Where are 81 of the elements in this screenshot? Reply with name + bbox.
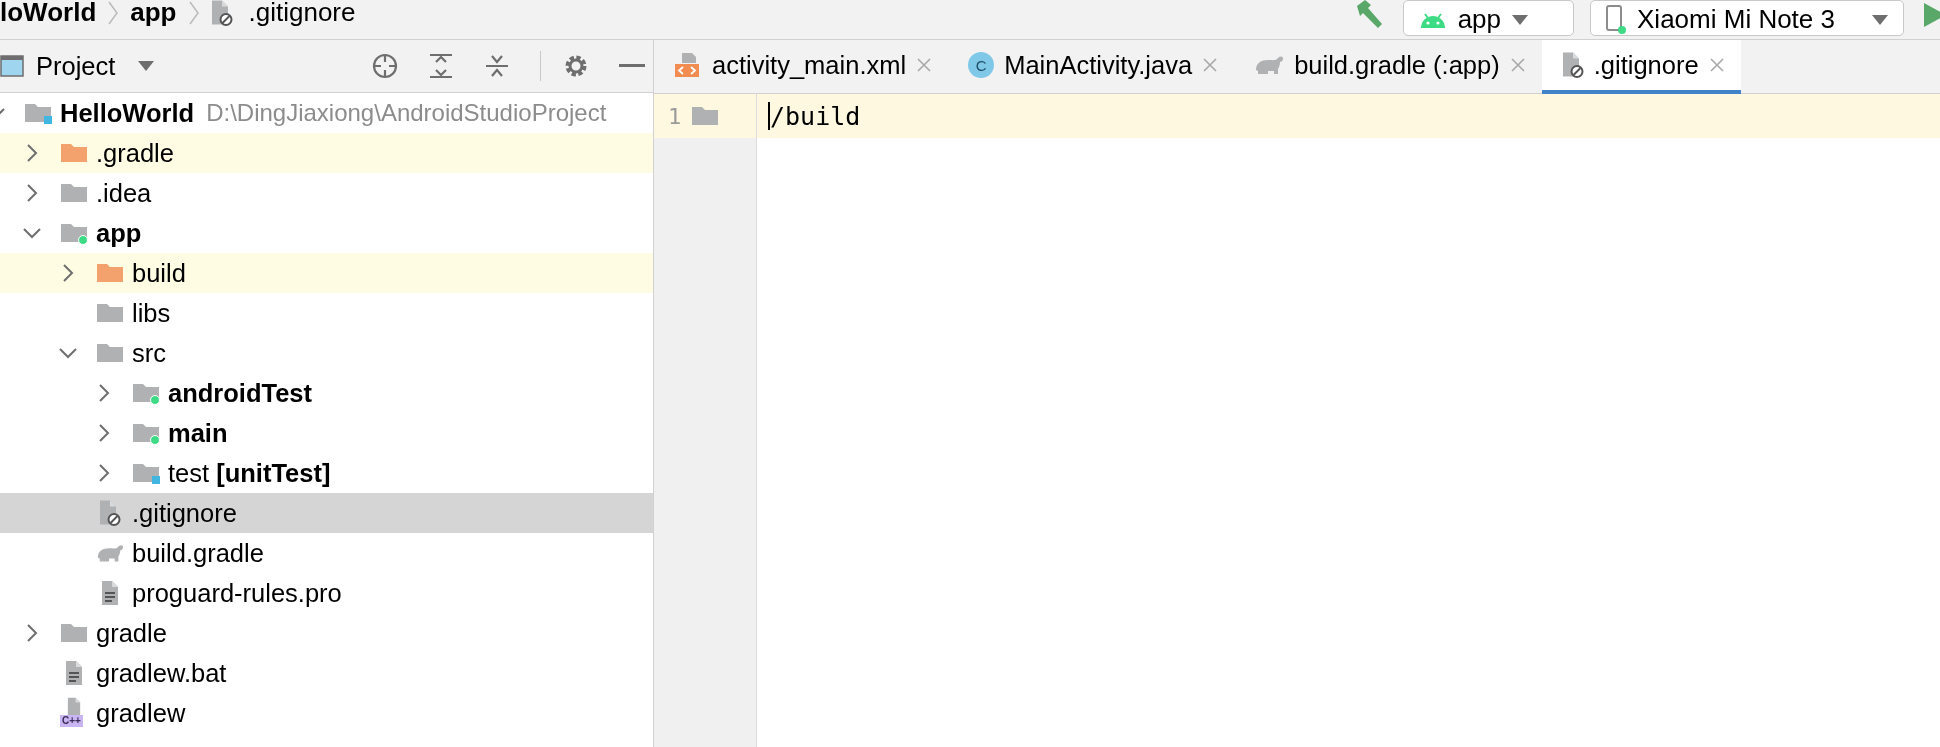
tree-row[interactable]: build.gradle: [0, 533, 653, 573]
tree-row[interactable]: C++ gradlew: [0, 693, 653, 733]
folder-icon: [96, 261, 124, 285]
code-line: /build: [770, 101, 861, 131]
dropdown-caret-icon[interactable]: [137, 60, 156, 72]
tree-row[interactable]: test [unitTest]: [0, 453, 653, 493]
editor-tab[interactable]: C MainActivity.java: [948, 40, 1235, 94]
file-name: gradlew.bat: [96, 658, 227, 688]
caret-icon: [1511, 13, 1530, 26]
text-file-icon: [65, 660, 83, 686]
tree-row[interactable]: gradle: [0, 613, 653, 653]
ignored-file-icon: [1561, 51, 1584, 79]
file-name: gradle: [96, 618, 167, 648]
file-name: .gitignore: [132, 498, 237, 528]
file-name: proguard-rules.pro: [132, 578, 342, 608]
tree-row[interactable]: build: [0, 253, 653, 293]
source-folder-icon: [132, 381, 160, 405]
breadcrumb-item[interactable]: app: [130, 0, 177, 28]
editor-tab[interactable]: build.gradle (:app): [1234, 40, 1542, 94]
text-cursor: [768, 102, 770, 130]
module-folder-icon: [24, 101, 52, 125]
class-badge: C: [968, 52, 995, 78]
tree-row[interactable]: gradlew.bat: [0, 653, 653, 693]
folder-icon: [60, 621, 88, 645]
project-path: D:\DingJiaxiong\AndroidStudioProject: [206, 99, 607, 127]
file-name: androidTest: [168, 378, 313, 408]
tree-row[interactable]: app: [0, 213, 653, 253]
folder-icon: [60, 141, 88, 165]
source-folder-icon: [60, 221, 88, 245]
breadcrumb-item[interactable]: .gitignore: [248, 0, 356, 28]
file-name: .idea: [96, 178, 152, 208]
file-icon: [67, 697, 81, 717]
tree-row[interactable]: HelloWorld D:\DingJiaxiong\AndroidStudioProject: [0, 93, 653, 133]
file-name: HelloWorld: [60, 98, 195, 128]
tree-row[interactable]: src: [0, 333, 653, 373]
folder-icon: [691, 104, 720, 128]
collapse-all-icon[interactable]: [484, 53, 510, 79]
device-dropdown[interactable]: Xiaomi Mi Note 3: [1590, 0, 1904, 36]
panel-title: Project: [36, 51, 116, 81]
elephant-icon: [1254, 54, 1285, 76]
file-name: test [unitTest]: [168, 458, 331, 488]
file-type-badge: C++: [60, 715, 83, 727]
file-name: gradlew: [96, 698, 186, 728]
phone-icon: [1605, 4, 1628, 35]
separator-icon: [106, 0, 121, 26]
elephant-icon: [96, 542, 124, 564]
line-number: 1: [668, 103, 682, 129]
tree-row[interactable]: .gitignore: [0, 493, 653, 533]
tree-row[interactable]: libs: [0, 293, 653, 333]
tree-row[interactable]: .idea: [0, 173, 653, 213]
file-name: build.gradle: [132, 538, 264, 568]
close-icon[interactable]: [1708, 57, 1725, 73]
file-name: .gradle: [96, 138, 174, 168]
test-folder-icon: [132, 461, 160, 485]
file-name: src: [132, 338, 166, 368]
ignored-file-icon: [99, 499, 121, 527]
tree-row[interactable]: main: [0, 413, 653, 453]
file-name: libs: [132, 298, 171, 328]
folder-icon: [60, 181, 88, 205]
separator-icon: [186, 0, 201, 26]
xml-file-icon: [674, 51, 702, 79]
tree-row[interactable]: androidTest: [0, 373, 653, 413]
editor-tab[interactable]: .gitignore: [1541, 40, 1741, 94]
minimize-icon[interactable]: [619, 64, 645, 68]
settings-icon[interactable]: [563, 53, 589, 79]
window-icon: [0, 55, 24, 77]
locate-icon[interactable]: [372, 53, 398, 79]
expand-all-icon[interactable]: [428, 53, 454, 79]
tree-row[interactable]: .gradle: [0, 133, 653, 173]
text-file-icon: [101, 580, 119, 606]
caret-icon: [1871, 13, 1889, 26]
source-folder-icon: [132, 421, 160, 445]
run-config-dropdown[interactable]: app: [1402, 0, 1575, 36]
file-name: main: [168, 418, 228, 448]
breadcrumb-item[interactable]: loWorld: [0, 0, 97, 28]
tree-row[interactable]: proguard-rules.pro: [0, 573, 653, 613]
folder-icon: [96, 341, 124, 365]
editor-tab[interactable]: activity_main.xml: [654, 40, 949, 94]
file-name: app: [96, 218, 142, 248]
folder-icon: [96, 301, 124, 325]
file-name: build: [132, 258, 186, 288]
